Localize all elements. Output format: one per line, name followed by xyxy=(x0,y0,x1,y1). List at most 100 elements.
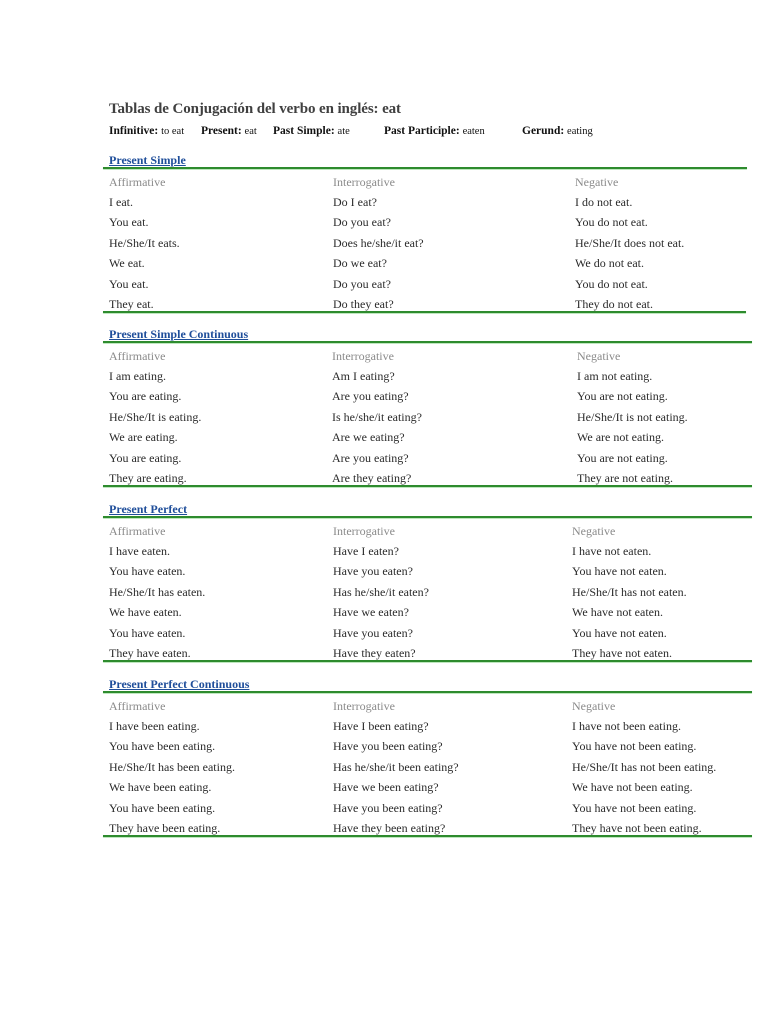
form-value: eaten xyxy=(462,126,485,137)
table-cell-interrogative: Do you eat? xyxy=(333,276,391,291)
table-cell-negative: He/She/It does not eat. xyxy=(575,235,685,250)
table-cell-interrogative: Are we eating? xyxy=(332,430,405,445)
column-header-negative: Negative xyxy=(572,524,616,538)
column-header-interrogative: Interrogative xyxy=(333,524,395,538)
table-cell-negative: He/She/It is not eating. xyxy=(577,409,688,424)
table-cell-interrogative: Have we been eating? xyxy=(333,780,439,795)
table-cell-negative: You are not eating. xyxy=(577,450,668,465)
table-cell-negative: You have not been eating. xyxy=(572,800,697,815)
table-cell-affirmative: You eat. xyxy=(109,276,149,291)
form-gerund: Gerund: eating xyxy=(522,125,593,137)
table-cell-negative: They do not eat. xyxy=(575,297,653,311)
form-value: eating xyxy=(567,126,593,137)
table-cell-affirmative: They have eaten. xyxy=(109,646,191,660)
table-cell-negative: We have not eaten. xyxy=(572,605,663,620)
table-cell-negative: We have not been eating. xyxy=(572,780,693,795)
column-header-affirmative: Affirmative xyxy=(109,349,166,363)
table-cell-negative: We are not eating. xyxy=(577,430,664,445)
section-top-rule xyxy=(103,691,752,693)
table-cell-negative: You have not eaten. xyxy=(572,564,667,579)
table-cell-interrogative: Are you eating? xyxy=(332,389,409,404)
column-header-affirmative: Affirmative xyxy=(109,699,166,713)
table-cell-affirmative: You are eating. xyxy=(109,389,182,404)
table-cell-interrogative: Have you eaten? xyxy=(333,625,413,640)
table-cell-negative: You do not eat. xyxy=(575,215,648,230)
column-header-affirmative: Affirmative xyxy=(109,524,166,538)
column-header-interrogative: Interrogative xyxy=(333,699,395,713)
form-infinitive: Infinitive: to eat xyxy=(109,125,184,137)
table-cell-affirmative: I have been eating. xyxy=(109,719,200,733)
table-cell-interrogative: Do I eat? xyxy=(333,195,377,209)
table-cell-negative: You have not been eating. xyxy=(572,739,697,754)
table-cell-affirmative: You have eaten. xyxy=(109,625,186,640)
column-header-interrogative: Interrogative xyxy=(332,349,394,363)
table-cell-affirmative: They are eating. xyxy=(109,471,187,485)
form-past-participle: Past Participle: eaten xyxy=(384,125,485,137)
table-cell-affirmative: He/She/It has been eating. xyxy=(109,759,235,774)
table-cell-affirmative: He/She/It has eaten. xyxy=(109,584,206,599)
form-value: ate xyxy=(337,126,350,137)
document-title: Tablas de Conjugación del verbo en inglé… xyxy=(109,101,401,117)
table-cell-interrogative: Have they been eating? xyxy=(333,821,446,835)
column-header-affirmative: Affirmative xyxy=(109,175,166,189)
form-label: Past Simple: xyxy=(273,125,335,137)
table-cell-negative: He/She/It has not been eating. xyxy=(572,759,717,774)
table-cell-interrogative: Do you eat? xyxy=(333,215,391,230)
table-cell-negative: You do not eat. xyxy=(575,276,648,291)
table-cell-interrogative: Have you eaten? xyxy=(333,564,413,579)
table-cell-interrogative: Has he/she/it eaten? xyxy=(333,584,429,599)
section-bottom-rule xyxy=(103,485,752,487)
table-cell-interrogative: Is he/she/it eating? xyxy=(332,409,422,424)
table-cell-negative: They are not eating. xyxy=(577,471,673,485)
table-cell-negative: I have not been eating. xyxy=(572,719,681,733)
table-cell-affirmative: I am eating. xyxy=(109,369,166,383)
form-value: eat xyxy=(244,126,257,137)
column-header-negative: Negative xyxy=(572,699,616,713)
table-cell-interrogative: Have I eaten? xyxy=(333,544,399,558)
table-cell-interrogative: Has he/she/it been eating? xyxy=(333,759,459,774)
table-cell-affirmative: You eat. xyxy=(109,215,149,230)
column-header-negative: Negative xyxy=(575,175,619,189)
form-present: Present: eat xyxy=(201,125,257,137)
section-bottom-rule xyxy=(103,835,752,837)
table-cell-affirmative: You have been eating. xyxy=(109,800,216,815)
table-cell-interrogative: Am I eating? xyxy=(332,369,395,383)
table-cell-affirmative: They eat. xyxy=(109,297,154,311)
table-cell-interrogative: Have you been eating? xyxy=(333,800,443,815)
form-label: Past Participle: xyxy=(384,125,460,137)
table-cell-negative: I have not eaten. xyxy=(572,544,652,558)
form-value: to eat xyxy=(161,126,185,137)
table-cell-negative: We do not eat. xyxy=(575,256,645,271)
section-title[interactable]: Present Simple Continuous xyxy=(109,327,248,342)
table-cell-interrogative: Does he/she/it eat? xyxy=(333,235,424,250)
table-cell-negative: You have not eaten. xyxy=(572,625,667,640)
table-cell-interrogative: Do they eat? xyxy=(333,297,394,311)
form-label: Infinitive: xyxy=(109,125,159,137)
table-cell-negative: They have not eaten. xyxy=(572,646,672,660)
section-bottom-rule xyxy=(103,311,746,313)
table-cell-interrogative: Are you eating? xyxy=(332,450,409,465)
table-cell-affirmative: I eat. xyxy=(109,195,133,209)
section-title[interactable]: Present Perfect Continuous xyxy=(109,677,249,692)
table-cell-affirmative: He/She/It is eating. xyxy=(109,409,202,424)
table-cell-affirmative: We have eaten. xyxy=(109,605,182,620)
section-title[interactable]: Present Simple xyxy=(109,153,186,168)
form-label: Present: xyxy=(201,125,242,137)
table-cell-negative: You are not eating. xyxy=(577,389,668,404)
section-top-rule xyxy=(103,516,752,518)
table-cell-affirmative: We eat. xyxy=(109,256,145,271)
table-cell-negative: They have not been eating. xyxy=(572,821,702,835)
section-title[interactable]: Present Perfect xyxy=(109,502,187,517)
section-bottom-rule xyxy=(103,660,752,662)
table-cell-interrogative: Have I been eating? xyxy=(333,719,429,733)
table-cell-interrogative: Have they eaten? xyxy=(333,646,416,660)
table-cell-affirmative: They have been eating. xyxy=(109,821,221,835)
section-top-rule xyxy=(103,167,747,169)
table-cell-affirmative: You have eaten. xyxy=(109,564,186,579)
table-cell-negative: I am not eating. xyxy=(577,369,653,383)
table-cell-interrogative: Have we eaten? xyxy=(333,605,409,620)
table-cell-interrogative: Do we eat? xyxy=(333,256,387,271)
table-cell-negative: I do not eat. xyxy=(575,195,633,209)
table-cell-affirmative: We have been eating. xyxy=(109,780,212,795)
table-cell-interrogative: Have you been eating? xyxy=(333,739,443,754)
